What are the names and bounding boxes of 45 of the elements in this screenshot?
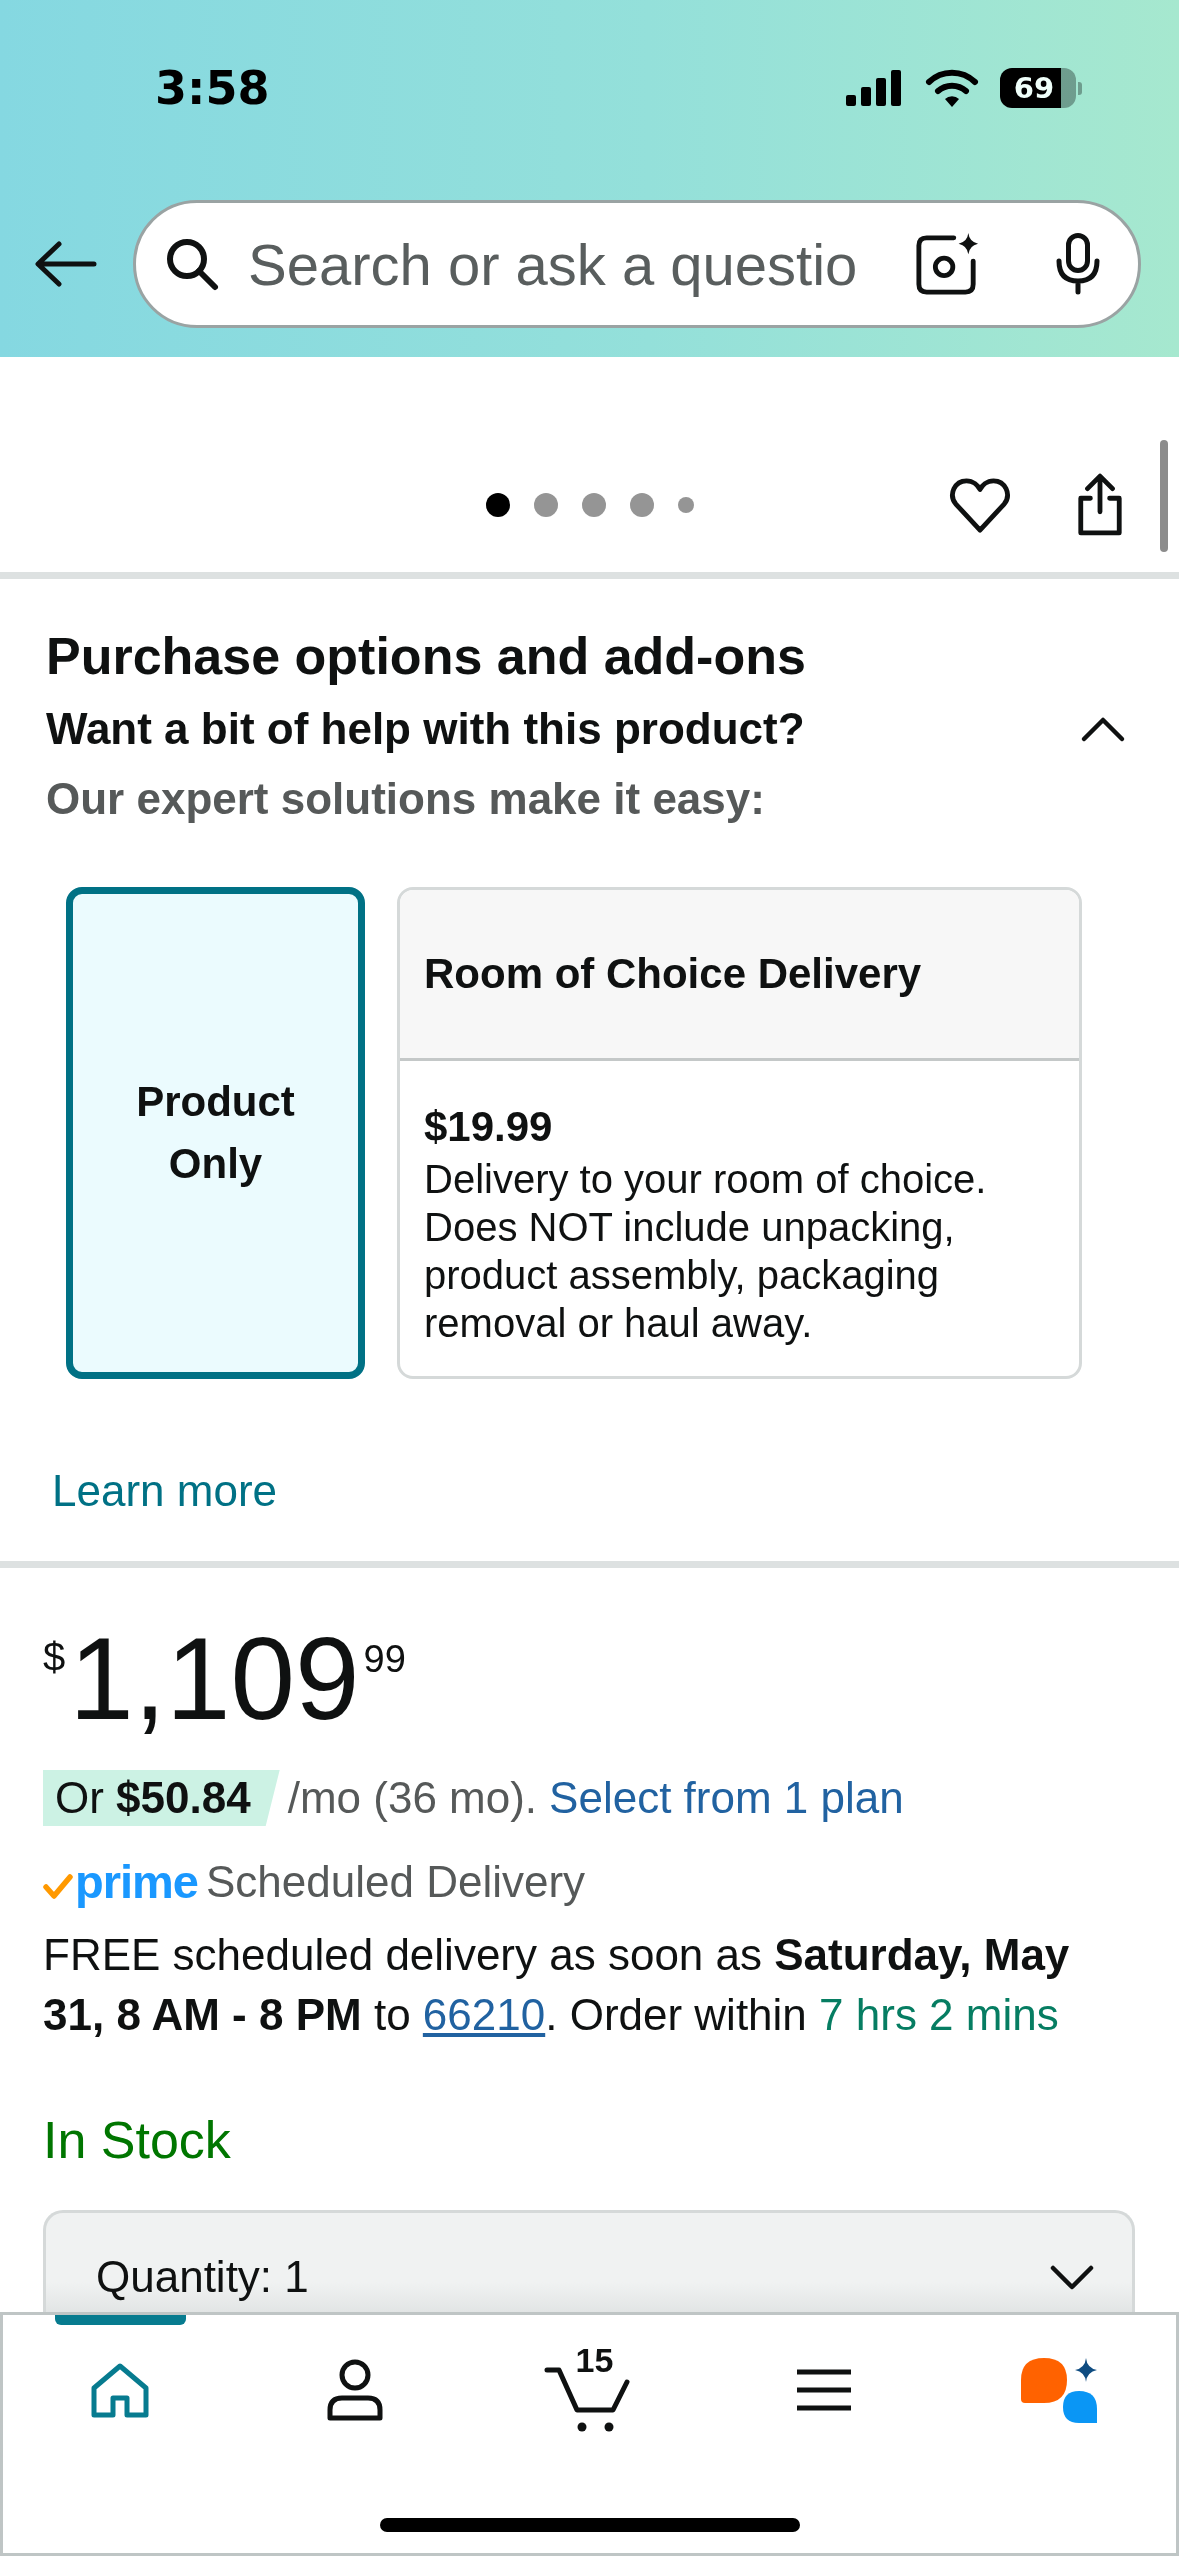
learn-more-link[interactable]: Learn more — [52, 1463, 277, 1519]
section-intro: Our expert solutions make it easy: — [46, 773, 765, 825]
carousel-dot[interactable] — [533, 493, 558, 517]
option-price: $19.99 — [424, 1102, 553, 1152]
back-arrow-icon[interactable] — [35, 241, 97, 287]
status-time: 3:58 — [155, 60, 270, 117]
battery-indicator: 69 — [1000, 68, 1082, 108]
check-icon — [43, 1874, 73, 1900]
chat-bubbles-icon — [1020, 2357, 1097, 2423]
search-input[interactable]: Search or ask a questio — [248, 230, 915, 298]
installment-offer: Or $50.84 — [43, 1770, 280, 1826]
option-title: Product Only — [135, 1077, 296, 1189]
zip-code-link[interactable]: 66210 — [422, 1990, 546, 2039]
option-card[interactable]: Product Only — [66, 887, 365, 1379]
option-card[interactable]: Room of Choice Delivery $19.99 Delivery to your room of choice. Does NOT include unpacking, product assembly, packaging removal or haul away. — [397, 887, 1082, 1379]
home-icon — [90, 2362, 151, 2418]
carousel-dot[interactable] — [485, 493, 510, 517]
signal-icon — [846, 70, 904, 106]
chevron-down-icon — [1050, 2265, 1094, 2291]
stock-status: In Stock — [43, 2110, 231, 2170]
section-title: Purchase options and add-ons — [46, 626, 806, 687]
carousel-dot[interactable] — [581, 493, 606, 517]
quantity-dropdown[interactable]: Quantity: 1 — [43, 2210, 1135, 2312]
option-description: Delivery to your room of choice. Does NOT include unpacking, product assembly, packaging removal or haul away. — [424, 1156, 988, 1347]
user-icon — [325, 2358, 384, 2422]
carousel-dot[interactable] — [677, 497, 694, 513]
share-icon[interactable] — [1075, 473, 1125, 537]
heart-icon[interactable] — [948, 476, 1012, 534]
search-icon — [166, 238, 218, 290]
option-title: Room of Choice Delivery — [424, 949, 922, 999]
plan-link[interactable]: Select from 1 plan — [549, 1770, 904, 1826]
wifi-icon — [926, 69, 978, 107]
search-field[interactable]: Search or ask a questio — [133, 200, 1141, 328]
prime-label: prime — [75, 1854, 198, 1910]
installment-terms: /mo (36 mo). — [287, 1772, 538, 1824]
delivery-type-label: Scheduled Delivery — [206, 1856, 586, 1908]
camera-icon[interactable] — [915, 232, 979, 296]
microphone-icon[interactable] — [1056, 233, 1100, 295]
chevron-up-icon[interactable] — [1081, 716, 1125, 742]
section-subtitle: Want a bit of help with this product? — [46, 703, 805, 755]
delivery-message: FREE scheduled delivery as soon as Saturday, May 31, 8 AM - 8 PM to 66210. Order within 7 hrs 2 mins — [43, 1929, 1071, 2041]
cart-tab[interactable]: 15 — [472, 2315, 707, 2465]
menu-icon — [795, 2368, 854, 2412]
carousel-dot[interactable] — [629, 493, 654, 517]
cart-count: 15 — [575, 2343, 614, 2377]
